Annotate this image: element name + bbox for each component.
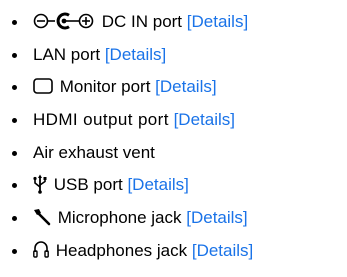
list-item-microphone-jack: Microphone jack [Details] — [0, 202, 347, 235]
details-link[interactable]: [Details] — [105, 45, 166, 64]
details-link[interactable]: [Details] — [187, 12, 248, 31]
list-item-dc-in-port: DC IN port [Details] — [0, 6, 347, 39]
details-link[interactable]: [Details] — [186, 208, 247, 227]
headphones-icon — [33, 240, 49, 259]
list-item-air-exhaust-vent: Air exhaust vent — [0, 137, 347, 170]
dc-polarity-icon — [33, 12, 95, 30]
list-item-usb-port: USB port [Details] — [0, 169, 347, 202]
port-label: Monitor port — [59, 77, 151, 97]
details-link[interactable]: [Details] — [127, 175, 188, 194]
list-item-monitor-port: Monitor port [Details] — [0, 71, 347, 104]
port-label: Headphones jack — [55, 240, 188, 260]
list-item-headphones-jack: Headphones jack [Details] — [0, 235, 347, 268]
details-link[interactable]: [Details] — [192, 241, 253, 260]
details-link[interactable]: [Details] — [174, 110, 235, 129]
port-label: Microphone jack — [57, 208, 182, 228]
port-label: USB port — [53, 175, 123, 195]
port-label: Air exhaust vent — [33, 142, 155, 162]
port-label: LAN port — [33, 44, 101, 64]
list-item-hdmi-port: HDMI output port [Details] — [0, 104, 347, 137]
microphone-icon — [33, 208, 51, 226]
port-label: DC IN port — [101, 12, 183, 31]
list-item-lan-port: LAN port [Details] — [0, 39, 347, 72]
usb-icon — [33, 174, 47, 194]
port-label: HDMI output port — [33, 110, 169, 130]
details-link[interactable]: [Details] — [155, 77, 216, 96]
monitor-icon — [33, 78, 53, 94]
port-list: DC IN port [Details] LAN port [Details] … — [0, 6, 347, 268]
